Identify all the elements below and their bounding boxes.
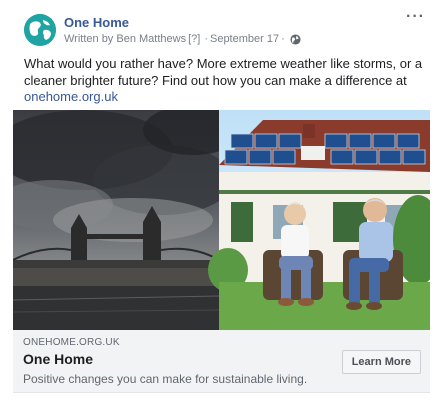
author-line: Written by Ben Matthews — [64, 33, 187, 45]
preview-domain: ONEHOME.ORG.UK — [23, 337, 120, 348]
post-link[interactable]: onehome.org.uk — [24, 89, 118, 104]
meta-dot: · — [281, 33, 285, 45]
page-avatar[interactable] — [24, 14, 56, 46]
storm-image — [13, 110, 243, 330]
ad-image[interactable] — [13, 110, 430, 330]
globe-icon[interactable] — [290, 33, 301, 45]
post-message: What would you rather have? More extreme… — [24, 56, 424, 106]
meta-separator: · — [204, 33, 208, 45]
help-marker[interactable]: [?] — [188, 33, 200, 45]
preview-title[interactable]: One Home — [23, 351, 93, 367]
post-meta: Written by Ben Matthews [?] · September … — [64, 33, 301, 45]
link-preview[interactable]: ONEHOME.ORG.UK One Home Positive changes… — [13, 330, 430, 393]
learn-more-button[interactable]: Learn More — [341, 350, 421, 374]
post-message-text: What would you rather have? More extreme… — [24, 56, 423, 88]
more-options-button[interactable]: ··· — [406, 8, 425, 26]
earth-logo-icon — [24, 14, 56, 46]
ad-post: One Home Written by Ben Matthews [?] · S… — [0, 0, 440, 402]
preview-description: Positive changes you can make for sustai… — [23, 372, 308, 386]
solar-house-image — [208, 110, 430, 330]
post-date[interactable]: September 17 — [210, 33, 279, 45]
page-name-link[interactable]: One Home — [64, 15, 129, 30]
